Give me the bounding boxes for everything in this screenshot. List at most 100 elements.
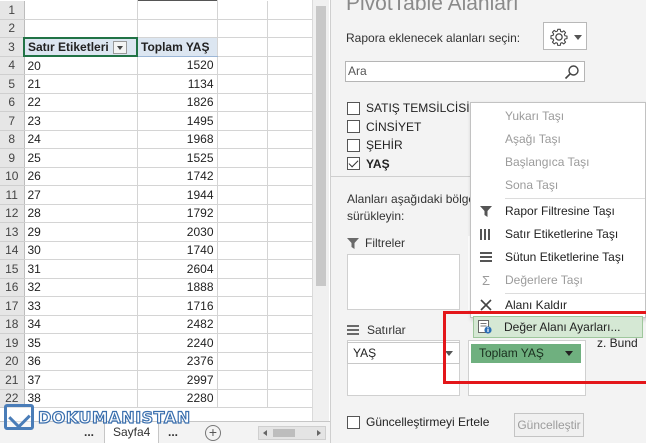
- cell[interactable]: [136, 0, 218, 20]
- row-header[interactable]: 16: [0, 278, 25, 297]
- field-sehir[interactable]: ŞEHİR: [347, 136, 470, 155]
- cell[interactable]: [267, 389, 318, 408]
- value-cell[interactable]: 2604: [136, 259, 218, 279]
- cell[interactable]: [267, 204, 318, 223]
- row-header[interactable]: 18: [0, 315, 25, 334]
- cell[interactable]: [217, 167, 268, 186]
- row-header[interactable]: 3: [0, 37, 25, 57]
- row-label-cell[interactable]: 36: [24, 352, 138, 371]
- cell[interactable]: [267, 278, 318, 297]
- value-cell[interactable]: 1740: [136, 240, 218, 260]
- menu-item-move-to-values[interactable]: Σ Değerlere Taşı: [471, 269, 646, 291]
- row-label-cell[interactable]: 22: [24, 93, 138, 112]
- cell[interactable]: [24, 0, 138, 20]
- checkbox-satis-temsilcisi[interactable]: [347, 101, 360, 115]
- value-cell[interactable]: 2997: [136, 370, 218, 390]
- cell[interactable]: [267, 296, 318, 316]
- value-cell[interactable]: 1742: [136, 166, 218, 186]
- tab-scroll-right-dots[interactable]: ...: [160, 422, 186, 443]
- cell[interactable]: [267, 185, 318, 205]
- cell[interactable]: [217, 204, 268, 223]
- cell[interactable]: [267, 333, 318, 353]
- value-cell[interactable]: 1520: [136, 55, 218, 75]
- update-button[interactable]: Güncelleştir: [514, 413, 584, 437]
- filter-dropdown-icon[interactable]: [112, 40, 127, 54]
- value-cell[interactable]: 2482: [136, 314, 218, 334]
- row-header[interactable]: 7: [0, 111, 25, 131]
- cell[interactable]: [267, 315, 318, 334]
- row-label-cell[interactable]: 25: [24, 148, 138, 168]
- pivot-row-labels-header[interactable]: Satır Etiketleri: [23, 36, 138, 57]
- cell[interactable]: [267, 111, 318, 131]
- row-label-cell[interactable]: 32: [24, 278, 138, 297]
- row-header[interactable]: 14: [0, 241, 25, 260]
- scroll-left-icon[interactable]: [263, 430, 267, 436]
- row-label-cell[interactable]: 24: [24, 130, 138, 149]
- cell[interactable]: [217, 352, 268, 371]
- cell[interactable]: [267, 74, 318, 94]
- field-satis-temsilcisi[interactable]: SATIŞ TEMSİLCİSİ: [347, 99, 470, 118]
- cell[interactable]: [217, 259, 268, 279]
- cell[interactable]: [267, 167, 318, 186]
- row-label-cell[interactable]: 21: [24, 74, 138, 94]
- value-cell[interactable]: 2240: [136, 333, 218, 353]
- checkbox-sehir[interactable]: [347, 138, 360, 152]
- horizontal-scroll-thumb[interactable]: [273, 429, 295, 437]
- cell[interactable]: [217, 296, 268, 316]
- cell[interactable]: [217, 333, 268, 353]
- menu-item-move-to-end[interactable]: Sona Taşı: [471, 174, 646, 196]
- row-header[interactable]: 6: [0, 93, 25, 112]
- cell[interactable]: [136, 18, 218, 38]
- value-cell[interactable]: 2280: [136, 388, 218, 408]
- value-cell[interactable]: 2030: [136, 222, 218, 242]
- cell[interactable]: [217, 0, 268, 20]
- cell[interactable]: [267, 37, 318, 57]
- menu-item-move-to-row-labels[interactable]: Satır Etiketlerine Taşı: [471, 223, 646, 245]
- value-cell[interactable]: 1525: [136, 148, 218, 168]
- filters-drop-area[interactable]: [347, 254, 460, 310]
- row-header[interactable]: 1: [0, 0, 25, 20]
- row-header[interactable]: 22: [0, 389, 25, 408]
- cell[interactable]: [217, 37, 268, 57]
- cell[interactable]: [217, 389, 268, 408]
- row-label-cell[interactable]: 37: [24, 370, 138, 390]
- value-cell[interactable]: 1826: [136, 92, 218, 112]
- cell[interactable]: [217, 74, 268, 94]
- row-label-cell[interactable]: 31: [24, 259, 138, 279]
- cell[interactable]: [24, 19, 138, 38]
- row-header[interactable]: 5: [0, 74, 25, 94]
- cell[interactable]: [267, 93, 318, 112]
- value-cell[interactable]: 1716: [136, 296, 218, 316]
- row-label-cell[interactable]: 38: [24, 389, 138, 408]
- cell[interactable]: [267, 222, 318, 242]
- cell[interactable]: [217, 93, 268, 112]
- defer-update-row[interactable]: Güncelleştirmeyi Ertele: [347, 415, 489, 429]
- spreadsheet-area[interactable]: 1 2 3 Satır Etiketleri Toplam YAŞ 4 20 1520 5 21 1…: [0, 0, 330, 443]
- vertical-scrollbar[interactable]: [312, 0, 329, 421]
- row-header[interactable]: 9: [0, 148, 25, 168]
- menu-item-move-up[interactable]: Yukarı Taşı: [471, 105, 646, 127]
- sheet-grid[interactable]: 1 2 3 Satır Etiketleri Toplam YAŞ 4 20 1520 5 21 1…: [0, 0, 318, 408]
- cell[interactable]: [217, 222, 268, 242]
- tab-sayfa4[interactable]: Sayfa4: [104, 422, 160, 443]
- row-header[interactable]: 4: [0, 56, 25, 75]
- vertical-scroll-thumb[interactable]: [316, 6, 326, 286]
- menu-item-move-to-report-filter[interactable]: Rapor Filtresine Taşı: [471, 200, 646, 222]
- checkbox-cinsiyet[interactable]: [347, 120, 360, 134]
- menu-item-move-to-column-labels[interactable]: Sütun Etiketlerine Taşı: [471, 246, 646, 268]
- value-cell[interactable]: 2376: [136, 351, 218, 371]
- scroll-right-icon[interactable]: [317, 430, 321, 436]
- cell[interactable]: [217, 130, 268, 149]
- value-cell[interactable]: 1134: [136, 74, 218, 94]
- cell[interactable]: [217, 56, 268, 75]
- cell[interactable]: [267, 0, 318, 20]
- field-yas[interactable]: YAŞ: [347, 155, 470, 174]
- pivot-sum-header[interactable]: Toplam YAŞ: [136, 37, 218, 57]
- value-cell[interactable]: 1944: [136, 185, 218, 205]
- checkbox-yas[interactable]: [347, 157, 360, 171]
- row-header[interactable]: 2: [0, 19, 25, 38]
- cell[interactable]: [267, 241, 318, 260]
- row-label-cell[interactable]: 35: [24, 333, 138, 353]
- row-label-cell[interactable]: 27: [24, 185, 138, 205]
- row-header[interactable]: 10: [0, 167, 25, 186]
